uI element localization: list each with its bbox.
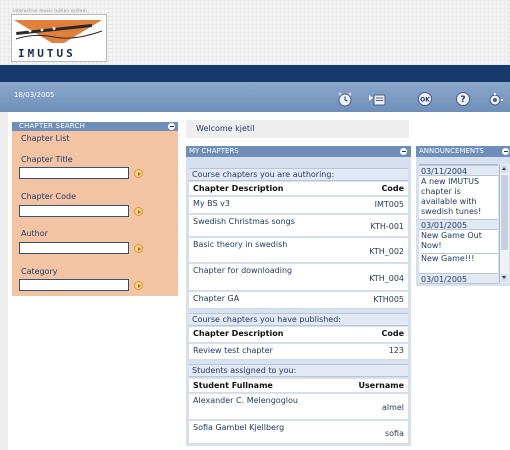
collapse-search-icon[interactable] <box>168 123 175 130</box>
announcement-text[interactable]: New Game Out Now! <box>421 231 498 251</box>
table-row[interactable]: Chapter for downloading KTH_004 <box>189 264 408 291</box>
collapse-chapters-icon[interactable] <box>400 148 407 155</box>
students-table-header: Student Fullname Username <box>189 379 408 393</box>
chapter-code: 123 <box>388 346 404 355</box>
student-username: sofia <box>384 429 404 438</box>
chapter-title-label: Chapter Title <box>21 155 73 164</box>
ok-icon[interactable]: OK <box>414 90 436 108</box>
announcement-date: 03/01/2005 <box>419 219 498 230</box>
clarinet-logo-icon <box>14 20 103 43</box>
student-username: almel <box>381 403 404 412</box>
category-go-icon[interactable] <box>134 281 143 290</box>
chapter-code-label: Chapter Code <box>21 192 77 201</box>
chapter-search-header: CHAPTER SEARCH <box>12 122 178 131</box>
settings-icon[interactable] <box>484 90 506 108</box>
table-row[interactable]: Chapter GA KTH005 <box>189 292 408 309</box>
table-row[interactable]: Sofia Gambel Kjellberg sofia <box>189 421 408 444</box>
scroll-down-icon[interactable] <box>501 274 508 282</box>
left-margin <box>0 112 8 450</box>
current-date: 18/03/2005 <box>14 91 55 99</box>
chapter-description[interactable]: My BS v3 <box>193 199 343 209</box>
chapter-description[interactable]: Swedish Christmas songs <box>193 217 343 227</box>
clock-icon[interactable] <box>334 90 356 108</box>
chapter-description[interactable]: Basic theory in swedish <box>193 240 343 250</box>
imutus-logo[interactable]: IMUTUS <box>11 14 107 62</box>
code-column: Code <box>381 329 404 338</box>
table-row[interactable]: Alexander C. Melengoglou almel <box>189 394 408 420</box>
my-chapters-panel: MY CHAPTERS Course chapters you are auth… <box>186 146 411 446</box>
table-row[interactable]: Review test chapter 123 <box>189 344 408 360</box>
chapter-title-go-icon[interactable] <box>134 169 143 178</box>
my-chapters-title: MY CHAPTERS <box>189 147 239 155</box>
announcements-header: ANNOUNCEMENTS <box>416 146 510 157</box>
chapter-code: KTH_004 <box>369 274 404 283</box>
category-input[interactable] <box>19 279 129 291</box>
announcement-text[interactable]: A new IMUTUS chapter is available with s… <box>421 177 498 217</box>
student-fullname[interactable]: Sofia Gambel Kjellberg <box>193 423 343 433</box>
table-row[interactable]: My BS v3 IMT005 <box>189 197 408 214</box>
chapter-title-input[interactable] <box>19 167 129 179</box>
published-table-header: Chapter Description Code <box>189 327 408 343</box>
author-input[interactable] <box>19 242 129 254</box>
chapter-description-column: Chapter Description <box>193 329 284 338</box>
svg-text:?: ? <box>460 95 465 105</box>
chapter-description[interactable]: Review test chapter <box>193 346 343 356</box>
chapter-search-panel: CHAPTER SEARCH Chapter List Chapter Titl… <box>12 122 178 296</box>
chapter-code: KTH-001 <box>370 222 404 231</box>
chapter-search-title: CHAPTER SEARCH <box>19 122 86 130</box>
collapse-announcements-icon[interactable] <box>502 148 509 155</box>
welcome-text: Welcome kjetil <box>196 124 255 133</box>
my-chapters-header: MY CHAPTERS <box>186 146 411 157</box>
tagline: interactive music tuition system <box>13 8 88 13</box>
scroll-thumb[interactable] <box>501 175 508 250</box>
chapter-description-column: Chapter Description <box>193 184 284 193</box>
authoring-section-heading: Course chapters you are authoring: <box>189 168 408 181</box>
announcement-text[interactable]: New Game!!! <box>421 253 498 264</box>
svg-text:OK: OK <box>420 97 430 104</box>
announcement-date: 03/01/2005 <box>419 273 498 284</box>
table-row[interactable]: Basic theory in swedish KTH_002 <box>189 238 408 263</box>
logo-text: IMUTUS <box>18 47 76 60</box>
announcements-title: ANNOUNCEMENTS <box>419 147 484 155</box>
options-icon[interactable] <box>368 90 390 108</box>
username-column: Username <box>358 381 404 390</box>
chapter-code-input[interactable] <box>19 205 129 217</box>
table-row[interactable]: Swedish Christmas songs KTH-001 <box>189 215 408 237</box>
navigation-band <box>0 65 510 82</box>
chapter-list-link[interactable]: Chapter List <box>21 134 70 143</box>
announcement-date: 03/11/2004 <box>419 165 498 176</box>
announcements-list[interactable]: 03/11/2004 A new IMUTUS chapter is avail… <box>419 164 498 284</box>
author-go-icon[interactable] <box>134 244 143 253</box>
chapter-code: KTH005 <box>373 295 404 304</box>
chapter-description[interactable]: Chapter GA <box>193 294 343 304</box>
author-label: Author <box>21 229 48 238</box>
category-label: Category <box>21 267 58 276</box>
student-fullname-column: Student Fullname <box>193 381 273 390</box>
header-banner: interactive music tuition system IMUTUS <box>0 0 510 65</box>
welcome-bar: Welcome kjetil <box>186 120 409 138</box>
chapter-code: IMT005 <box>374 200 404 209</box>
student-fullname[interactable]: Alexander C. Melengoglou <box>193 396 343 406</box>
announcements-scrollbar[interactable] <box>499 164 509 283</box>
announcements-panel: ANNOUNCEMENTS 03/11/2004 A new IMUTUS ch… <box>416 146 510 286</box>
code-column: Code <box>381 184 404 193</box>
help-icon[interactable]: ? <box>452 90 474 108</box>
authoring-table-header: Chapter Description Code <box>189 182 408 196</box>
chapter-code: KTH_002 <box>369 247 404 256</box>
students-section-heading: Students assigned to you: <box>189 364 408 377</box>
published-section-heading: Course chapters you have published: <box>189 313 408 326</box>
chapter-description[interactable]: Chapter for downloading <box>193 266 343 276</box>
scroll-up-icon[interactable] <box>501 165 508 173</box>
chapter-code-go-icon[interactable] <box>134 207 143 216</box>
